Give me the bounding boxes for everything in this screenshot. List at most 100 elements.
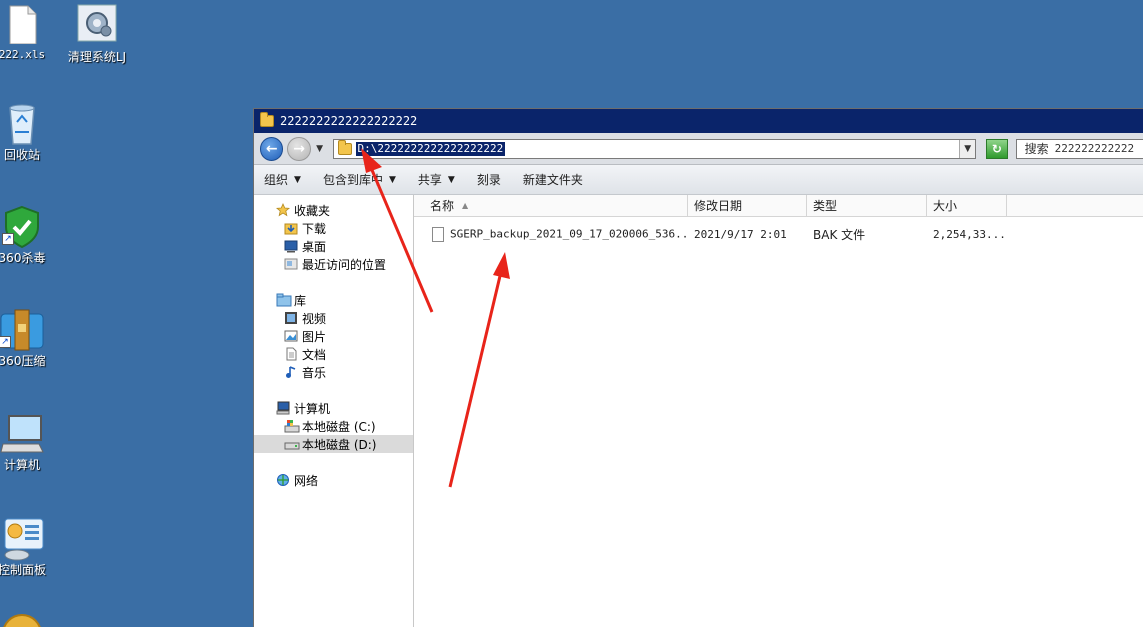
chevron-down-icon: ▼ [294, 174, 301, 185]
archive-icon: ↗ [0, 308, 45, 351]
star-icon [275, 203, 291, 217]
include-in-library-menu[interactable]: 包含到库中 ▼ [323, 171, 396, 188]
recent-pages-dropdown[interactable]: ▼ [315, 144, 325, 154]
nav-documents[interactable]: 文档 [254, 345, 413, 363]
system-drive-icon [284, 419, 300, 433]
new-folder-button[interactable]: 新建文件夹 [523, 171, 583, 188]
desktop-icon [284, 239, 298, 253]
explorer-window[interactable]: 2222222222222222222 ← → ▼ D:\22222222222… [253, 108, 1143, 627]
desktop-icon-label: 360压缩 [0, 354, 46, 368]
nav-drive-c[interactable]: 本地磁盘 (C:) [254, 417, 413, 435]
window-titlebar[interactable]: 2222222222222222222 [254, 109, 1143, 133]
window-title: 2222222222222222222 [280, 114, 418, 128]
nav-music[interactable]: 音乐 [254, 363, 413, 381]
column-headers: 名称 ▲ 修改日期 类型 大小 [414, 195, 1143, 217]
address-field[interactable]: D:\2222222222222222222 ▼ [332, 138, 977, 159]
desktop-icon-label: 清理系统LJ [67, 50, 127, 64]
file-type: BAK 文件 [813, 227, 866, 242]
sort-ascending-icon: ▲ [462, 201, 469, 210]
nav-videos-label: 视频 [302, 311, 327, 326]
file-name: SGERP_backup_2021_09_17_020006_536... [450, 227, 688, 240]
chevron-down-icon: ▼ [447, 174, 455, 185]
library-icon [276, 293, 292, 307]
nav-favorites[interactable]: 收藏夹 [254, 201, 413, 219]
nav-network[interactable]: 网络 [254, 471, 413, 489]
nav-drive-d[interactable]: 本地磁盘 (D:) [254, 435, 413, 453]
nav-libraries[interactable]: 库 [254, 291, 413, 309]
file-size: 2,254,33... [933, 227, 1006, 241]
nav-drive-c-label: 本地磁盘 (C:) [302, 419, 376, 434]
nav-pictures-label: 图片 [302, 329, 327, 344]
network-icon [276, 473, 290, 487]
nav-pictures[interactable]: 图片 [254, 327, 413, 345]
nav-documents-label: 文档 [302, 347, 327, 362]
file-icon [432, 226, 444, 242]
nav-favorites-label: 收藏夹 [294, 203, 331, 218]
column-header-type[interactable]: 类型 [807, 195, 927, 216]
file-list-pane: 名称 ▲ 修改日期 类型 大小 SGERP_backup_2021_09_17_… [414, 195, 1143, 627]
column-type-label: 类型 [813, 199, 838, 213]
column-size-label: 大小 [933, 199, 958, 213]
shield-icon: ↗ [2, 205, 42, 249]
share-menu[interactable]: 共享 ▼ [418, 171, 455, 188]
desktop-icon-computer[interactable]: 计算机 [0, 412, 62, 473]
nav-music-label: 音乐 [302, 365, 327, 380]
picture-icon [284, 329, 298, 343]
navigation-pane: 收藏夹 下载 桌面 最近访问的位置 库 视频 图片 文档 音乐 计算机 本地磁盘… [254, 195, 414, 627]
chevron-down-icon: ▼ [388, 174, 396, 185]
download-folder-icon [284, 221, 298, 235]
recent-places-icon [284, 257, 298, 271]
column-header-name[interactable]: 名称 ▲ [414, 195, 688, 216]
desktop-icon-label: 回收站 [3, 148, 40, 162]
column-header-size[interactable]: 大小 [927, 195, 1007, 216]
include-in-library-label: 包含到库中 [322, 173, 383, 187]
nav-network-label: 网络 [294, 473, 319, 488]
column-modified-label: 修改日期 [694, 199, 743, 213]
nav-desktop[interactable]: 桌面 [254, 237, 413, 255]
recycle-bin-icon [2, 102, 42, 145]
column-header-modified[interactable]: 修改日期 [688, 195, 807, 216]
music-icon [284, 365, 298, 379]
computer-icon [0, 412, 45, 453]
nav-videos[interactable]: 视频 [254, 309, 413, 327]
address-text: D:\2222222222222222222 [355, 141, 506, 156]
new-folder-label: 新建文件夹 [522, 173, 583, 187]
nav-downloads-label: 下载 [302, 221, 327, 236]
nav-recent-places[interactable]: 最近访问的位置 [254, 255, 413, 273]
desktop-icon-label: 222.xls [0, 48, 46, 61]
address-bar-row: ← → ▼ D:\2222222222222222222 ▼ ↻ 搜索 2222… [254, 133, 1143, 165]
desktop-icon-label: 计算机 [3, 458, 40, 472]
back-button[interactable]: ← [260, 136, 284, 161]
desktop-icon-control-panel[interactable]: 控制面板 [0, 517, 62, 578]
document-icon [284, 347, 298, 361]
file-row[interactable]: SGERP_backup_2021_09_17_020006_536... 20… [414, 223, 1143, 245]
computer-icon [276, 401, 290, 415]
nav-computer[interactable]: 计算机 [254, 399, 413, 417]
share-label: 共享 [417, 173, 442, 187]
folder-icon [337, 139, 352, 155]
desktop-icon-recycle-bin[interactable]: 回收站 [0, 102, 62, 163]
burn-button[interactable]: 刻录 [477, 171, 501, 188]
refresh-button[interactable]: ↻ [986, 138, 1008, 159]
search-input[interactable]: 搜索 222222222222 [1015, 138, 1143, 159]
file-modified: 2021/9/17 2:01 [694, 227, 787, 241]
xls-file-icon [2, 4, 42, 45]
desktop-icon-partial[interactable] [2, 614, 42, 627]
control-panel-icon [0, 517, 45, 561]
desktop-icon-cleanup[interactable]: 清理系统LJ [57, 4, 137, 65]
desktop-icon-360-antivirus[interactable]: ↗ 360杀毒 [0, 205, 62, 266]
search-label: 搜索 [1024, 142, 1049, 156]
organize-label: 组织 [264, 173, 289, 187]
search-folder-name: 222222222222 [1054, 142, 1135, 155]
address-dropdown-button[interactable]: ▼ [959, 139, 976, 158]
nav-downloads[interactable]: 下载 [254, 219, 413, 237]
forward-button[interactable]: → [287, 136, 311, 161]
shortcut-arrow-icon: ↗ [2, 233, 14, 245]
shortcut-arrow-icon: ↗ [0, 336, 11, 348]
desktop-icon-360-compress[interactable]: ↗ 360压缩 [0, 308, 62, 369]
desktop-icon-label: 360杀毒 [0, 251, 46, 265]
desktop-icon-label: 控制面板 [0, 563, 46, 577]
organize-menu[interactable]: 组织 ▼ [264, 171, 301, 188]
desktop-icon-xls[interactable]: 222.xls [0, 4, 62, 61]
burn-label: 刻录 [476, 173, 501, 187]
